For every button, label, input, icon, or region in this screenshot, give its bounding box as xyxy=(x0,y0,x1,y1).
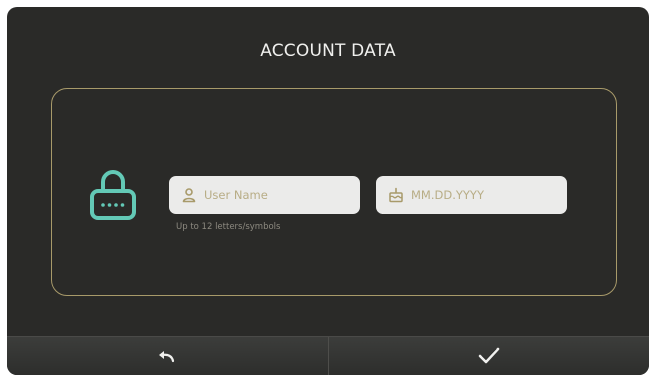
user-icon xyxy=(182,188,196,203)
username-input[interactable] xyxy=(204,188,354,202)
username-hint: Up to 12 letters/symbols xyxy=(176,222,281,232)
birthday-cake-icon xyxy=(389,187,403,203)
checkmark-icon xyxy=(478,347,500,364)
back-button[interactable] xyxy=(7,337,329,375)
lock-icon xyxy=(90,170,136,220)
birthdate-field[interactable] xyxy=(376,176,567,214)
account-data-dialog: ACCOUNT DATA Up to 12 letters/symbols xyxy=(7,7,649,375)
username-field[interactable] xyxy=(169,176,360,214)
dialog-title: ACCOUNT DATA xyxy=(260,41,396,61)
footer-bar xyxy=(7,336,649,375)
undo-icon xyxy=(159,351,175,363)
birthdate-input[interactable] xyxy=(411,188,561,202)
confirm-button[interactable] xyxy=(328,337,649,375)
